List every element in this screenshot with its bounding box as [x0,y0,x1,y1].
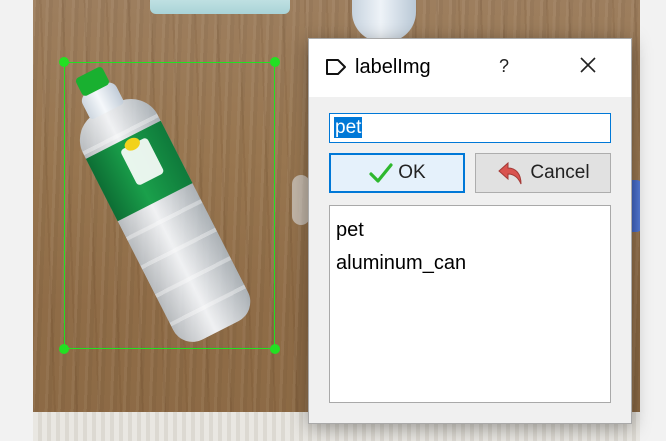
bounding-box[interactable] [59,57,280,354]
canvas-gutter-left [0,0,33,441]
bbox-handle-bottom-right[interactable] [270,344,280,354]
checkmark-icon [369,163,393,183]
list-item[interactable]: pet [336,214,604,247]
label-tag-icon [325,57,347,77]
bbox-handle-top-left[interactable] [59,57,69,67]
label-input[interactable]: pet [329,113,611,143]
list-item[interactable]: aluminum_can [336,247,604,280]
bbox-handle-top-right[interactable] [270,57,280,67]
ok-label: OK [398,162,426,183]
dialog-title: labelImg [355,56,431,78]
label-input-value: pet [334,117,363,138]
label-list[interactable]: pet aluminum_can [329,205,611,403]
ok-button[interactable]: OK [329,153,465,193]
close-icon [580,57,596,73]
undo-arrow-icon [498,161,522,185]
background-object [150,0,290,14]
label-dialog: labelImg ? pet OK Cancel pet aluminum_ca… [308,38,632,424]
bbox-handle-bottom-left[interactable] [59,344,69,354]
dialog-titlebar[interactable]: labelImg ? [309,39,631,97]
help-button[interactable]: ? [489,51,519,81]
canvas-gutter-right [640,0,666,441]
cancel-button[interactable]: Cancel [475,153,611,193]
cancel-label: Cancel [530,162,590,183]
close-button[interactable] [573,51,603,81]
